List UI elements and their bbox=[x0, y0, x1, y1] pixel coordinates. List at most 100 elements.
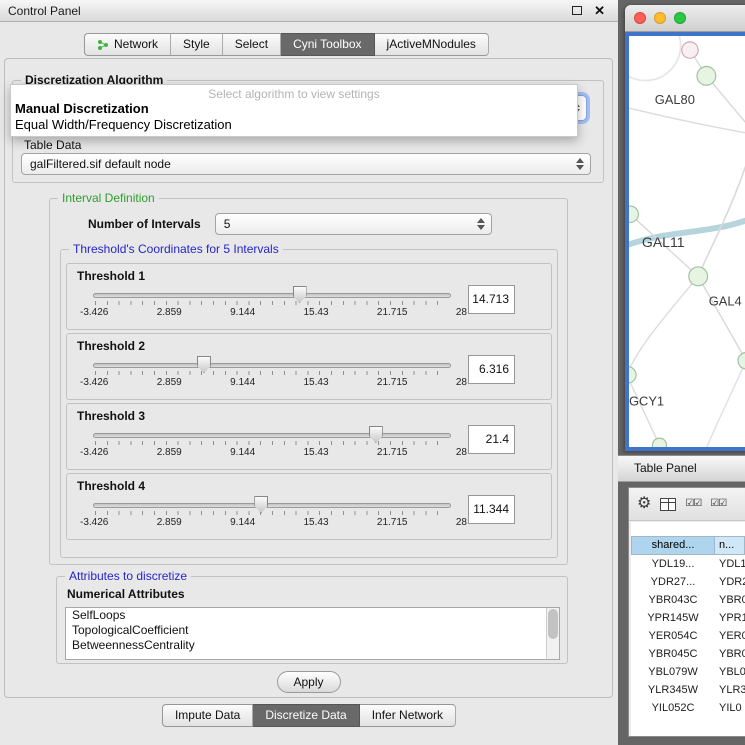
table-row[interactable]: YLR345W YLR3 bbox=[631, 681, 745, 699]
column-header-name[interactable]: n... bbox=[715, 536, 745, 555]
table-row[interactable]: YDR27... YDR2 bbox=[631, 573, 745, 591]
list-scrollbar[interactable] bbox=[546, 608, 559, 659]
select-all-icon[interactable]: ☑☑ bbox=[710, 499, 726, 509]
algorithm-dropdown-popup: Select algorithm to view settings Manual… bbox=[10, 84, 578, 137]
table-cell[interactable]: YBL079W bbox=[631, 663, 715, 681]
list-scrollbar-thumb[interactable] bbox=[548, 609, 558, 639]
table-cell[interactable]: YER054C bbox=[631, 627, 715, 645]
threshold-1-label: Threshold 1 bbox=[77, 269, 545, 283]
tab-network[interactable]: Network bbox=[84, 33, 171, 56]
numerical-attributes-list[interactable]: SelfLoops TopologicalCoefficient Between… bbox=[65, 607, 560, 660]
close-icon[interactable]: ✕ bbox=[594, 3, 605, 19]
network-node[interactable] bbox=[689, 267, 708, 286]
table-toolbar: ⚙ ☑☑ ☑☑ bbox=[629, 488, 745, 521]
number-of-intervals-select[interactable]: 5 bbox=[215, 213, 492, 235]
number-of-intervals-row: Number of Intervals 5 bbox=[88, 213, 492, 235]
table-row[interactable]: YBR043C YBR0 bbox=[631, 591, 745, 609]
threshold-1-slider[interactable]: -3.426 2.859 9.144 15.43 21.715 28 bbox=[93, 285, 451, 321]
table-cell[interactable]: YDL1 bbox=[715, 555, 745, 573]
list-item[interactable]: BetweennessCentrality bbox=[66, 638, 559, 653]
table-cell[interactable]: YBR045C bbox=[631, 645, 715, 663]
network-view-window: GAL80 GA GAL11 GAL4 GCY1 H HAP2 bbox=[625, 5, 745, 451]
table-cell[interactable]: YDR27... bbox=[631, 573, 715, 591]
slider-track[interactable] bbox=[93, 433, 451, 438]
table-header-row: shared... n... bbox=[631, 536, 745, 555]
table-row[interactable]: YDL19... YDL1 bbox=[631, 555, 745, 573]
slider-track[interactable] bbox=[93, 293, 451, 298]
table-cell[interactable]: YIL0 bbox=[715, 699, 745, 717]
scale-label: 21.715 bbox=[377, 517, 408, 528]
table-row[interactable]: YBL079W YBL0 bbox=[631, 663, 745, 681]
slider-track[interactable] bbox=[93, 503, 451, 508]
list-item[interactable]: SelfLoops bbox=[66, 608, 559, 623]
slider-track[interactable] bbox=[93, 363, 451, 368]
popup-item-manual-discretization[interactable]: Manual Discretization bbox=[11, 101, 577, 117]
table-cell[interactable]: YBR0 bbox=[715, 591, 745, 609]
table-cell[interactable]: YER0 bbox=[715, 627, 745, 645]
table-cell[interactable]: YIL052C bbox=[631, 699, 715, 717]
network-tab-icon bbox=[97, 39, 109, 51]
table-browser-window: ⚙ ☑☑ ☑☑ shared... n... YDL19... YDL1 YDR… bbox=[628, 487, 745, 737]
popup-item-equal-width-frequency[interactable]: Equal Width/Frequency Discretization bbox=[11, 117, 577, 133]
minimize-traffic-light-icon[interactable] bbox=[654, 12, 666, 24]
list-item[interactable]: TopologicalCoefficient bbox=[66, 623, 559, 638]
network-node[interactable] bbox=[652, 438, 666, 447]
scale-label: -3.426 bbox=[80, 517, 108, 528]
table-cell[interactable]: YLR345W bbox=[631, 681, 715, 699]
table-cell[interactable]: YBL0 bbox=[715, 663, 745, 681]
threshold-4-slider[interactable]: -3.426 2.859 9.144 15.43 21.715 28 bbox=[93, 495, 451, 531]
apply-button[interactable]: Apply bbox=[277, 671, 341, 693]
threshold-3-value-field[interactable]: 21.4 bbox=[468, 425, 515, 454]
scale-label: 15.43 bbox=[304, 307, 329, 318]
attributes-to-discretize-group: Attributes to discretize Numerical Attri… bbox=[56, 576, 568, 664]
network-window-titlebar[interactable] bbox=[625, 5, 745, 32]
window-title: Control Panel bbox=[8, 4, 81, 18]
table-cell[interactable]: YPR145W bbox=[631, 609, 715, 627]
table-panel-header[interactable]: Table Panel bbox=[618, 455, 745, 482]
select-columns-icon[interactable]: ☑☑ bbox=[685, 499, 701, 509]
table-row[interactable]: YBR045C YBR0 bbox=[631, 645, 745, 663]
threshold-1-value-field[interactable]: 14.713 bbox=[468, 285, 515, 314]
tab-style[interactable]: Style bbox=[171, 33, 223, 56]
network-node-label: GAL80 bbox=[655, 92, 695, 107]
table-cell[interactable]: YBR0 bbox=[715, 645, 745, 663]
table-data-label: Table Data bbox=[24, 138, 81, 152]
tab-cyni-toolbox[interactable]: Cyni Toolbox bbox=[281, 33, 374, 56]
threshold-3-slider[interactable]: -3.426 2.859 9.144 15.43 21.715 28 bbox=[93, 425, 451, 461]
tab-jactivemnodules[interactable]: jActiveMNodules bbox=[375, 33, 489, 56]
table-cell[interactable]: YDR2 bbox=[715, 573, 745, 591]
threshold-4-value-field[interactable]: 11.344 bbox=[468, 495, 515, 524]
zoom-traffic-light-icon[interactable] bbox=[674, 12, 686, 24]
network-node-label: GCY1 bbox=[629, 393, 664, 408]
tab-select[interactable]: Select bbox=[223, 33, 281, 56]
network-node[interactable] bbox=[697, 66, 716, 85]
threshold-2-value-field[interactable]: 6.316 bbox=[468, 355, 515, 384]
network-node[interactable] bbox=[629, 367, 636, 383]
column-header-shared-name[interactable]: shared... bbox=[631, 536, 715, 555]
table-cell[interactable]: YPR1 bbox=[715, 609, 745, 627]
tab-impute-data[interactable]: Impute Data bbox=[162, 704, 253, 727]
table-cell[interactable]: YLR3 bbox=[715, 681, 745, 699]
panel-tab-bar: Network Style Select Cyni Toolbox jActiv… bbox=[84, 33, 489, 56]
network-canvas[interactable]: GAL80 GA GAL11 GAL4 GCY1 H HAP2 bbox=[629, 36, 745, 447]
tab-discretize-data[interactable]: Discretize Data bbox=[253, 704, 359, 727]
network-node[interactable] bbox=[682, 42, 698, 58]
scale-label: -3.426 bbox=[80, 377, 108, 388]
gear-icon[interactable]: ⚙ bbox=[637, 496, 651, 512]
columns-icon[interactable] bbox=[660, 498, 676, 511]
right-pane: GAL80 GA GAL11 GAL4 GCY1 H HAP2 Table Pa… bbox=[618, 0, 745, 745]
table-row[interactable]: YIL052C YIL0 bbox=[631, 699, 745, 717]
float-window-icon[interactable] bbox=[572, 6, 582, 15]
table-cell[interactable]: YBR043C bbox=[631, 591, 715, 609]
table-row[interactable]: YER054C YER0 bbox=[631, 627, 745, 645]
tab-infer-network[interactable]: Infer Network bbox=[360, 704, 456, 727]
close-traffic-light-icon[interactable] bbox=[634, 12, 646, 24]
network-node[interactable] bbox=[738, 353, 745, 369]
numerical-attributes-label: Numerical Attributes bbox=[67, 587, 185, 601]
control-panel-titlebar[interactable]: Control Panel ✕ bbox=[0, 0, 618, 22]
threshold-2-slider[interactable]: -3.426 2.859 9.144 15.43 21.715 28 bbox=[93, 355, 451, 391]
table-cell[interactable]: YDL19... bbox=[631, 555, 715, 573]
table-data-select[interactable]: galFiltered.sif default node bbox=[21, 153, 591, 175]
tab-label: Discretize Data bbox=[265, 705, 346, 726]
table-row[interactable]: YPR145W YPR1 bbox=[631, 609, 745, 627]
